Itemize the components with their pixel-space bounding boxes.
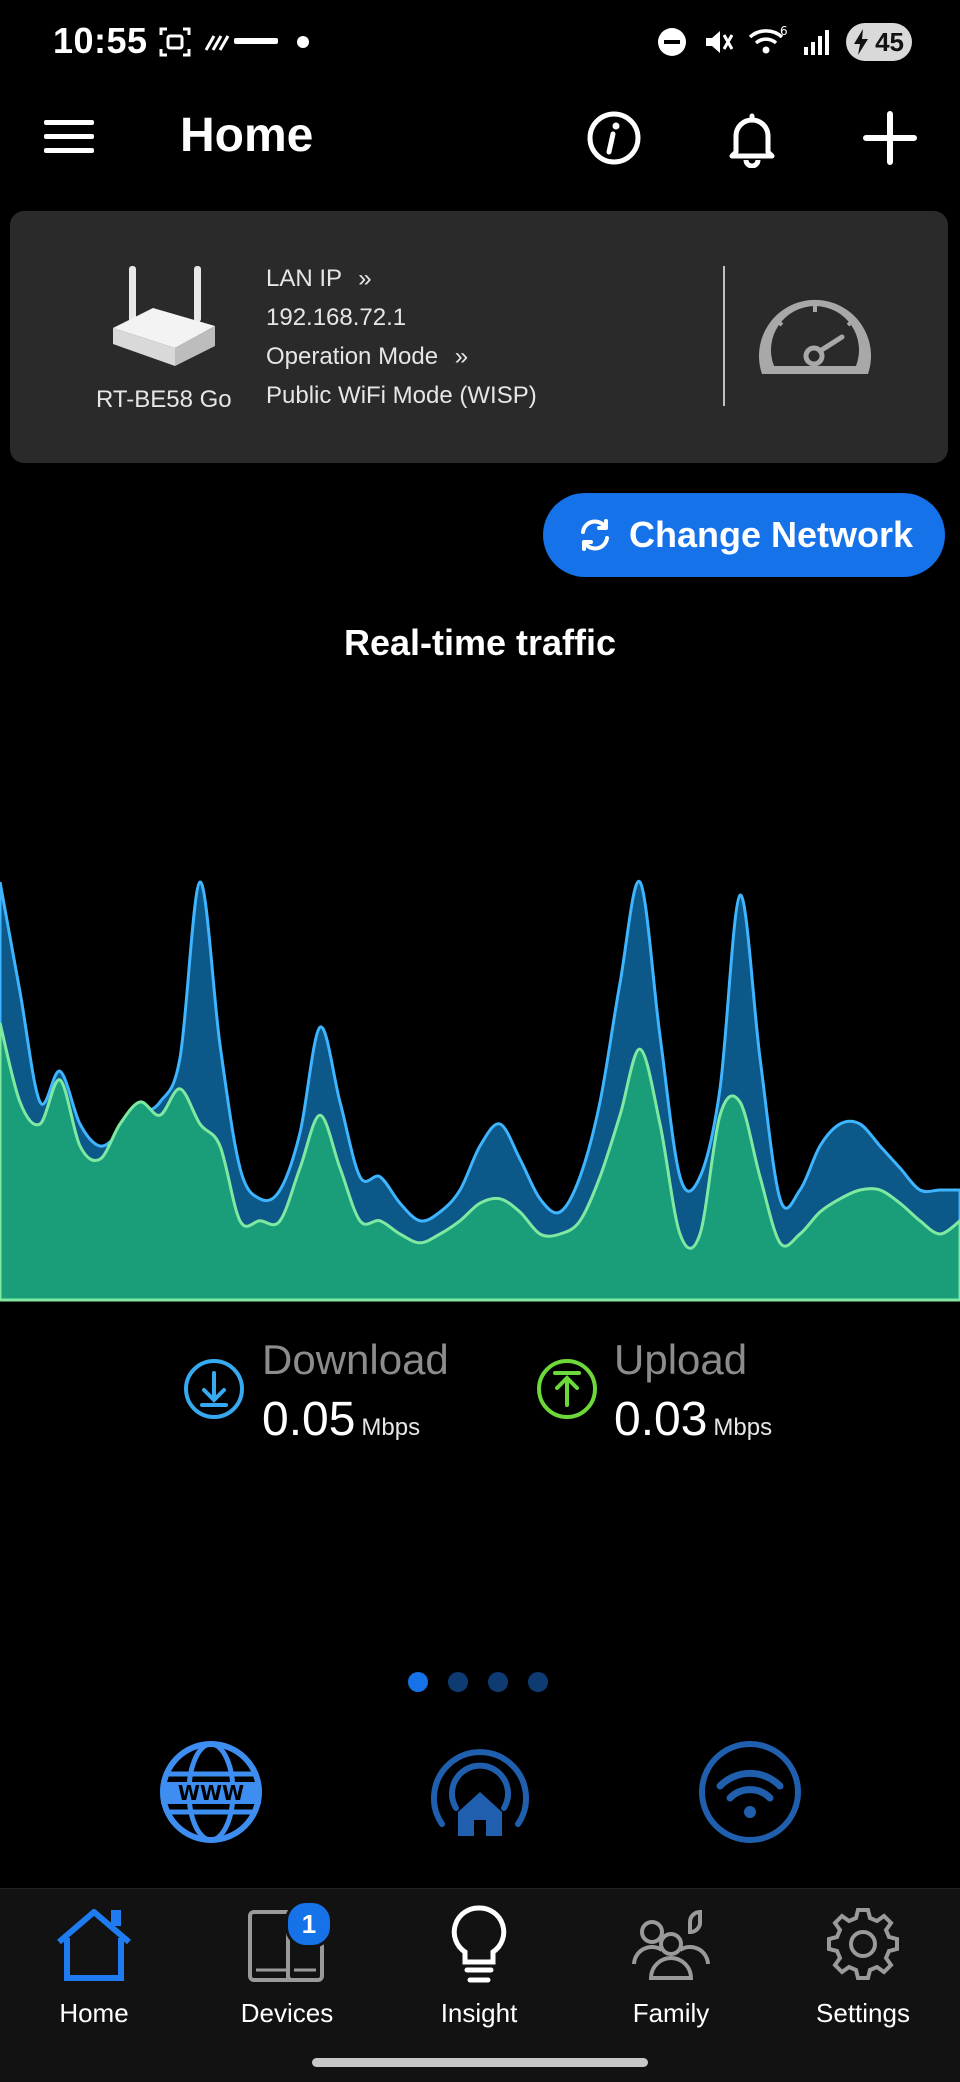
change-network-label: Change Network bbox=[628, 514, 914, 555]
nav-settings[interactable]: Settings bbox=[788, 1902, 938, 2029]
upload-label: Upload bbox=[614, 1336, 748, 1383]
page-indicator bbox=[408, 1672, 548, 1692]
screenshot-icon bbox=[159, 27, 191, 57]
nav-devices-label: Devices bbox=[240, 1998, 334, 2028]
router-name: RT-BE58 Go bbox=[96, 386, 232, 413]
wifi-icon[interactable] bbox=[696, 1738, 804, 1846]
nav-family[interactable]: Family bbox=[596, 1902, 746, 2029]
upload-unit: Mbps bbox=[713, 1414, 773, 1441]
router-image bbox=[113, 266, 215, 366]
change-network-button[interactable]: Change Network bbox=[543, 493, 945, 577]
page-dot-3[interactable] bbox=[488, 1672, 508, 1692]
menu-icon[interactable] bbox=[44, 118, 96, 156]
status-time: 10:55 bbox=[53, 20, 148, 61]
status-right-icons: 6 45 bbox=[656, 22, 912, 62]
svg-text:6: 6 bbox=[780, 25, 788, 38]
battery-icon: 45 bbox=[846, 23, 912, 61]
page-dot-2[interactable] bbox=[448, 1672, 468, 1692]
svg-text:WWW: WWW bbox=[178, 1781, 244, 1805]
chevron-double-right-icon: » bbox=[454, 343, 469, 370]
wifi6-icon: 6 bbox=[748, 25, 788, 54]
refresh-icon bbox=[580, 519, 609, 551]
status-left-icons bbox=[158, 24, 314, 60]
nav-insight[interactable]: Insight bbox=[404, 1902, 554, 2029]
speedometer-icon[interactable] bbox=[752, 290, 878, 386]
nav-home-label: Home bbox=[59, 1998, 129, 2028]
home-indicator[interactable] bbox=[312, 2058, 648, 2067]
devices-badge: 1 bbox=[285, 1900, 333, 1948]
dnd-icon bbox=[658, 28, 686, 56]
dot-icon bbox=[297, 36, 309, 48]
nav-settings-label: Settings bbox=[816, 1998, 910, 2028]
bell-icon[interactable] bbox=[722, 108, 782, 168]
page-title: Home bbox=[180, 109, 314, 162]
download-rate: 0.05 Mbps bbox=[262, 1392, 420, 1447]
download-value: 0.05 bbox=[262, 1393, 356, 1446]
nav-insight-label: Insight bbox=[440, 1998, 518, 2028]
download-icon bbox=[184, 1359, 244, 1419]
download-label: Download bbox=[262, 1336, 449, 1383]
page-dot-1[interactable] bbox=[408, 1672, 428, 1692]
operation-mode-link[interactable]: Operation Mode » bbox=[266, 343, 468, 371]
soundbar-icon bbox=[204, 35, 278, 51]
upload-value: 0.03 bbox=[614, 1393, 708, 1446]
mute-icon bbox=[706, 31, 734, 53]
signal-icon bbox=[804, 30, 829, 55]
home-icon bbox=[57, 1909, 131, 1981]
battery-level: 45 bbox=[875, 26, 904, 57]
card-divider bbox=[723, 266, 725, 406]
traffic-chart bbox=[0, 879, 960, 1302]
nav-home[interactable]: Home bbox=[19, 1902, 169, 2029]
page-dot-4[interactable] bbox=[528, 1672, 548, 1692]
www-globe-icon[interactable]: WWW bbox=[157, 1738, 265, 1846]
nav-family-label: Family bbox=[632, 1998, 710, 2028]
download-unit: Mbps bbox=[361, 1414, 421, 1441]
info-icon[interactable] bbox=[584, 108, 644, 168]
lan-ip-label: LAN IP bbox=[266, 265, 342, 292]
home-wifi-icon[interactable] bbox=[426, 1738, 534, 1846]
plus-icon[interactable] bbox=[860, 108, 920, 168]
lan-ip-link[interactable]: LAN IP » bbox=[266, 265, 372, 293]
upload-rate: 0.03 Mbps bbox=[614, 1392, 772, 1447]
operation-mode-label: Operation Mode bbox=[266, 343, 439, 370]
upload-icon bbox=[537, 1359, 597, 1419]
chevron-double-right-icon: » bbox=[358, 265, 372, 292]
operation-mode-value: Public WiFi Mode (WISP) bbox=[266, 382, 537, 409]
family-icon bbox=[632, 1909, 710, 1980]
lan-ip-value: 192.168.72.1 bbox=[266, 304, 407, 331]
lightbulb-icon bbox=[451, 1905, 507, 1983]
traffic-title: Real-time traffic bbox=[343, 622, 617, 663]
gear-icon bbox=[827, 1908, 899, 1980]
